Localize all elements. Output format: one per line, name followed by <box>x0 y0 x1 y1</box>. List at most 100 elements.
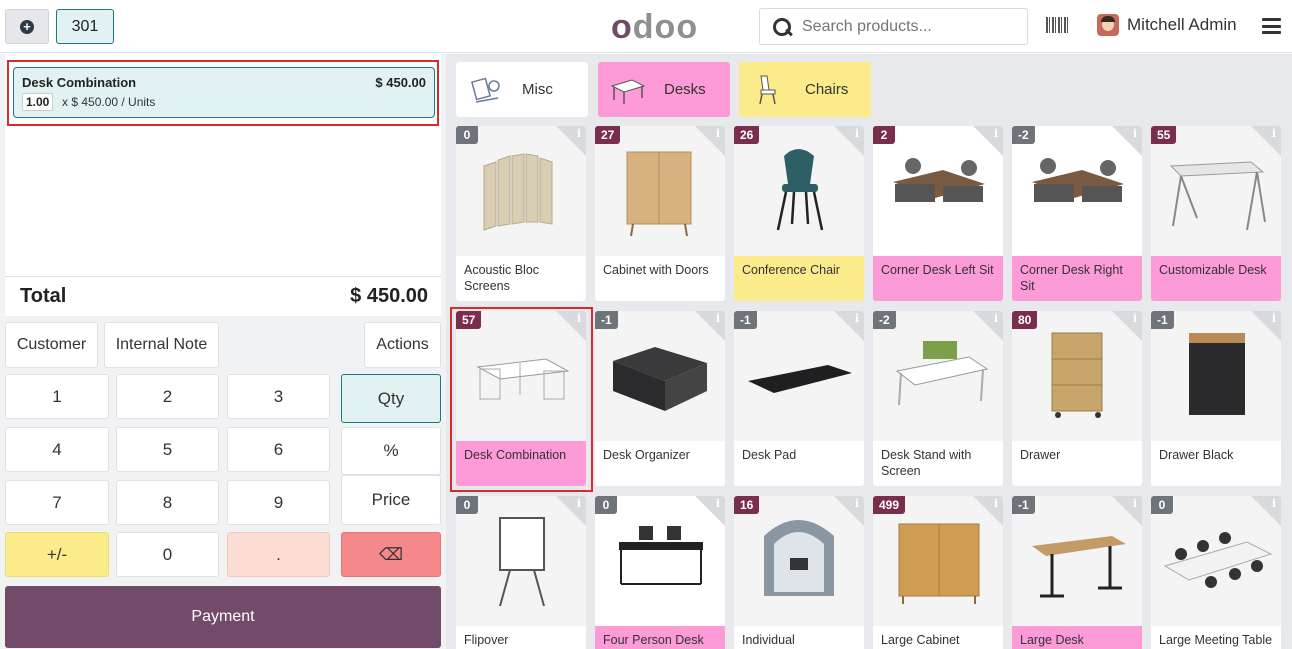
user-menu[interactable]: Mitchell Admin <box>1097 14 1237 36</box>
info-icon[interactable]: i <box>1133 127 1137 140</box>
product-name: Flipover <box>464 633 509 647</box>
info-corner[interactable] <box>973 496 1003 526</box>
info-corner[interactable] <box>1112 126 1142 156</box>
info-icon[interactable]: i <box>855 312 859 325</box>
product-card[interactable]: 2 i Corner Desk Left Sit <box>873 126 1003 301</box>
info-icon[interactable]: i <box>716 312 720 325</box>
numpad-9[interactable]: 9 <box>227 480 330 525</box>
product-card[interactable]: -1 i Desk Pad <box>734 311 864 486</box>
stock-badge: 0 <box>456 126 478 144</box>
product-card[interactable]: 0 i Four Person Desk <box>595 496 725 649</box>
qty-mode-button[interactable]: Qty <box>341 374 441 423</box>
product-name: Desk Pad <box>742 448 797 462</box>
info-icon[interactable]: i <box>716 497 720 510</box>
info-icon[interactable]: i <box>1272 127 1276 140</box>
info-icon[interactable]: i <box>577 127 581 140</box>
customer-button[interactable]: Customer <box>5 322 98 368</box>
category-label: Chairs <box>805 81 849 98</box>
product-card[interactable]: -1 i Drawer Black <box>1151 311 1281 486</box>
info-corner[interactable] <box>1251 496 1281 526</box>
product-name: Corner Desk Right Sit <box>1012 256 1142 301</box>
orderline[interactable]: Desk Combination $ 450.00 1.00 x $ 450.0… <box>13 67 435 118</box>
payment-button[interactable]: Payment <box>5 586 441 648</box>
numpad-2[interactable]: 2 <box>116 374 219 419</box>
numpad-8[interactable]: 8 <box>116 480 219 525</box>
numpad-4[interactable]: 4 <box>5 427 109 472</box>
product-card[interactable]: 0 i Flipover <box>456 496 586 649</box>
info-corner[interactable] <box>556 496 586 526</box>
numpad-3[interactable]: 3 <box>227 374 330 419</box>
hamburger-menu-icon[interactable] <box>1262 18 1281 34</box>
info-icon[interactable]: i <box>577 497 581 510</box>
plus-minus-button[interactable]: +/- <box>5 532 109 577</box>
decimal-point-button[interactable]: . <box>227 532 330 577</box>
actions-button[interactable]: Actions <box>364 322 441 368</box>
category-chairs[interactable]: Chairs <box>739 62 871 117</box>
info-corner[interactable] <box>834 311 864 341</box>
info-corner[interactable] <box>1112 496 1142 526</box>
product-card[interactable]: 80 i Drawer <box>1012 311 1142 486</box>
discount-mode-button[interactable]: % <box>341 427 441 475</box>
info-icon[interactable]: i <box>855 127 859 140</box>
info-corner[interactable] <box>1112 311 1142 341</box>
numpad-6[interactable]: 6 <box>227 427 330 472</box>
product-card[interactable]: 499 i Large Cabinet <box>873 496 1003 649</box>
info-corner[interactable] <box>556 126 586 156</box>
stock-badge: 499 <box>873 496 906 514</box>
user-name: Mitchell Admin <box>1127 15 1237 34</box>
search-box[interactable] <box>759 8 1028 45</box>
category-desks[interactable]: Desks <box>598 62 730 117</box>
product-name: Large Desk <box>1012 626 1142 649</box>
info-corner[interactable] <box>556 311 586 341</box>
numpad-1[interactable]: 1 <box>5 374 109 419</box>
info-corner[interactable] <box>834 126 864 156</box>
product-name: Desk Stand with Screen <box>881 448 972 478</box>
numpad-0[interactable]: 0 <box>116 532 219 577</box>
backspace-button[interactable]: ⌫ <box>341 532 441 577</box>
info-corner[interactable] <box>695 126 725 156</box>
price-mode-button[interactable]: Price <box>341 475 441 525</box>
product-card[interactable]: 57 i Desk Combination <box>456 311 586 486</box>
product-card[interactable]: 0 i Large Meeting Table <box>1151 496 1281 649</box>
product-card[interactable]: -1 i Desk Organizer <box>595 311 725 486</box>
orderline-product-name: Desk Combination <box>22 75 137 90</box>
stock-badge: 27 <box>595 126 621 144</box>
info-corner[interactable] <box>695 496 725 526</box>
info-icon[interactable]: i <box>577 312 581 325</box>
info-icon[interactable]: i <box>716 127 720 140</box>
new-order-button[interactable]: + <box>5 9 49 44</box>
info-corner[interactable] <box>973 126 1003 156</box>
info-corner[interactable] <box>973 311 1003 341</box>
info-icon[interactable]: i <box>1272 497 1276 510</box>
numpad-5[interactable]: 5 <box>116 427 219 472</box>
info-corner[interactable] <box>1251 311 1281 341</box>
info-corner[interactable] <box>695 311 725 341</box>
info-icon[interactable]: i <box>994 497 998 510</box>
product-name: Four Person Desk <box>595 626 725 649</box>
orderline-unit-detail: x $ 450.00 / Units <box>62 95 156 109</box>
info-icon[interactable]: i <box>994 127 998 140</box>
info-icon[interactable]: i <box>1133 312 1137 325</box>
info-corner[interactable] <box>1251 126 1281 156</box>
search-input[interactable] <box>802 17 1022 36</box>
info-icon[interactable]: i <box>1133 497 1137 510</box>
stock-badge: 55 <box>1151 126 1177 144</box>
barcode-icon[interactable] <box>1046 17 1068 33</box>
info-icon[interactable]: i <box>994 312 998 325</box>
orderline-qty: 1.00 <box>22 93 54 111</box>
product-card[interactable]: 16 i Individual <box>734 496 864 649</box>
product-card[interactable]: -2 i Desk Stand with Screen <box>873 311 1003 486</box>
product-card[interactable]: 27 i Cabinet with Doors <box>595 126 725 301</box>
info-corner[interactable] <box>834 496 864 526</box>
info-icon[interactable]: i <box>1272 312 1276 325</box>
product-card[interactable]: 26 i Conference Chair <box>734 126 864 301</box>
order-tab[interactable]: 301 <box>56 9 114 44</box>
info-icon[interactable]: i <box>855 497 859 510</box>
product-card[interactable]: 0 i Acoustic Bloc Screens <box>456 126 586 301</box>
numpad-7[interactable]: 7 <box>5 480 109 525</box>
product-card[interactable]: -1 i Large Desk <box>1012 496 1142 649</box>
internal-note-button[interactable]: Internal Note <box>104 322 219 368</box>
product-card[interactable]: 55 i Customizable Desk <box>1151 126 1281 301</box>
product-card[interactable]: -2 i Corner Desk Right Sit <box>1012 126 1142 301</box>
category-misc[interactable]: Misc <box>456 62 588 117</box>
